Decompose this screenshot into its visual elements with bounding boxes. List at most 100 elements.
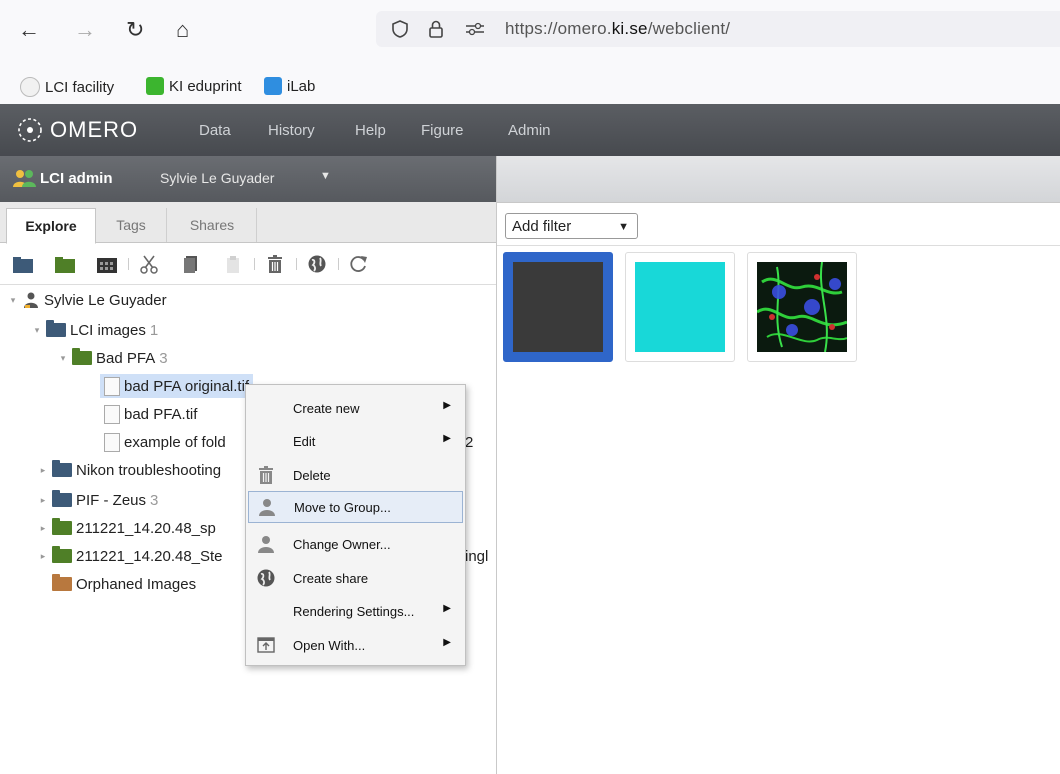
image-thumbnail[interactable] bbox=[625, 252, 735, 362]
url-text: https://omero.ki.se/webclient/ bbox=[505, 19, 731, 38]
left-tabs: Explore Tags Shares bbox=[0, 202, 496, 244]
cut-icon[interactable] bbox=[138, 254, 160, 274]
image-thumbnail[interactable] bbox=[747, 252, 857, 362]
submenu-arrow-icon: ▶ bbox=[443, 400, 451, 411]
new-dataset-icon[interactable] bbox=[54, 254, 76, 274]
nav-data[interactable]: Data bbox=[199, 122, 231, 139]
add-filter-select[interactable]: Add filter ▼ bbox=[505, 213, 638, 239]
user-icon bbox=[24, 292, 38, 308]
tree-node-dataset[interactable]: ▸ 211221_14.20.48_sp bbox=[38, 516, 216, 540]
expand-arrow-icon[interactable]: ▸ bbox=[38, 465, 48, 476]
bookmark-ki-eduprint[interactable]: KI eduprint bbox=[146, 77, 242, 95]
dataset-folder-icon bbox=[72, 348, 92, 365]
image-file-icon bbox=[104, 376, 120, 396]
menu-item-label: Edit bbox=[293, 434, 316, 449]
expand-arrow-icon[interactable]: ▸ bbox=[38, 551, 48, 562]
tree-label: Orphaned Images bbox=[76, 575, 197, 593]
expand-arrow-icon[interactable]: ▸ bbox=[38, 495, 48, 506]
menu-item-open-with[interactable]: Open With... ▶ bbox=[248, 630, 461, 660]
user-icon bbox=[259, 499, 275, 516]
permissions-icon[interactable] bbox=[464, 20, 486, 38]
truncated-label-suffix: 2 bbox=[465, 434, 474, 451]
child-count: 3 bbox=[150, 491, 159, 509]
tree-node-lci-images[interactable]: ▾ LCI images 1 bbox=[32, 318, 158, 342]
trash-icon[interactable] bbox=[264, 254, 286, 274]
menu-item-create-share[interactable]: Create share bbox=[248, 563, 461, 593]
tree-node-orphaned[interactable]: Orphaned Images bbox=[52, 572, 196, 596]
back-arrow-icon[interactable]: ← bbox=[18, 18, 40, 42]
tree-label: PIF - Zeus bbox=[76, 491, 147, 509]
child-count: 3 bbox=[159, 349, 168, 367]
chevron-down-icon: ▼ bbox=[618, 221, 629, 233]
collapse-arrow-icon[interactable]: ▾ bbox=[8, 295, 18, 306]
nav-admin[interactable]: Admin bbox=[508, 122, 551, 139]
omero-logo[interactable]: OMERO bbox=[16, 116, 138, 144]
logo-text: OMERO bbox=[50, 117, 139, 142]
image-file-icon bbox=[104, 404, 120, 424]
thumbnail-image bbox=[513, 262, 603, 352]
bookmark-lci-facility[interactable]: LCI facility bbox=[20, 77, 114, 97]
collapse-arrow-icon[interactable]: ▾ bbox=[32, 325, 42, 336]
globe-share-icon[interactable] bbox=[306, 254, 328, 274]
bookmark-label: iLab bbox=[287, 77, 316, 95]
menu-item-move-to-group[interactable]: Move to Group... bbox=[248, 491, 463, 523]
project-folder-icon bbox=[52, 460, 72, 477]
ilab-icon bbox=[264, 77, 282, 95]
menu-item-rendering-settings[interactable]: Rendering Settings... ▶ bbox=[248, 596, 461, 626]
tree-node-user[interactable]: ▾ Sylvie Le Guyader bbox=[8, 288, 167, 312]
tree-node-image[interactable]: example of fold bbox=[104, 430, 226, 454]
tab-explore[interactable]: Explore bbox=[6, 208, 96, 244]
paste-icon[interactable] bbox=[222, 254, 244, 274]
menu-item-create-new[interactable]: Create new ▶ bbox=[248, 393, 461, 423]
copy-icon[interactable] bbox=[180, 254, 202, 274]
reload-icon[interactable]: ↻ bbox=[126, 18, 144, 42]
new-screen-icon[interactable] bbox=[96, 254, 118, 274]
tree-node-image-selected[interactable]: bad PFA original.tif bbox=[100, 374, 254, 398]
trash-icon bbox=[259, 466, 273, 484]
home-icon[interactable]: ⌂ bbox=[176, 18, 189, 42]
address-bar[interactable]: https://omero.ki.se/webclient/ bbox=[376, 11, 1060, 47]
image-thumbnail-selected[interactable] bbox=[503, 252, 613, 362]
tree-node-nikon[interactable]: ▸ Nikon troubleshooting bbox=[38, 458, 221, 482]
filter-bar: Add filter ▼ bbox=[497, 203, 1060, 246]
chevron-down-icon[interactable]: ▼ bbox=[320, 170, 331, 182]
globe-icon bbox=[257, 569, 275, 587]
open-with-icon bbox=[257, 637, 275, 653]
toolbar-divider bbox=[296, 258, 297, 270]
center-toolbar bbox=[497, 156, 1060, 203]
menu-item-delete[interactable]: Delete bbox=[248, 460, 461, 490]
lci-facility-icon bbox=[20, 77, 40, 97]
tree-node-pif-zeus[interactable]: ▸ PIF - Zeus 3 bbox=[38, 488, 158, 512]
tree-label: LCI images bbox=[70, 321, 146, 339]
project-folder-icon bbox=[46, 320, 66, 337]
tree-label: bad PFA original.tif bbox=[124, 377, 250, 395]
bookmark-ilab[interactable]: iLab bbox=[264, 77, 315, 95]
menu-item-label: Create share bbox=[293, 571, 369, 586]
flag-icon bbox=[146, 77, 164, 95]
menu-item-label: Delete bbox=[293, 468, 331, 483]
forward-arrow-icon[interactable]: → bbox=[74, 18, 96, 42]
collapse-arrow-icon[interactable]: ▾ bbox=[58, 353, 68, 364]
menu-item-edit[interactable]: Edit ▶ bbox=[248, 426, 461, 456]
nav-figure[interactable]: Figure bbox=[421, 122, 464, 139]
nav-help[interactable]: Help bbox=[355, 122, 386, 139]
toolbar-divider bbox=[128, 258, 129, 270]
shield-icon bbox=[392, 20, 408, 38]
menu-item-change-owner[interactable]: Change Owner... bbox=[248, 529, 461, 559]
tree-node-image[interactable]: bad PFA.tif bbox=[104, 402, 197, 426]
new-project-icon[interactable] bbox=[12, 254, 34, 274]
tab-tags[interactable]: Tags bbox=[96, 208, 167, 242]
tree-node-bad-pfa[interactable]: ▾ Bad PFA 3 bbox=[58, 346, 168, 370]
tree-node-dataset[interactable]: ▸ 211221_14.20.48_Ste bbox=[38, 544, 223, 568]
refresh-icon[interactable] bbox=[348, 254, 370, 274]
menu-item-label: Change Owner... bbox=[293, 537, 391, 552]
tab-shares[interactable]: Shares bbox=[168, 208, 257, 242]
tree-label: example of fold bbox=[124, 433, 226, 451]
submenu-arrow-icon: ▶ bbox=[443, 603, 451, 614]
group-user-switcher[interactable]: LCI admin Sylvie Le Guyader ▼ bbox=[0, 156, 496, 202]
menu-item-label: Rendering Settings... bbox=[293, 604, 415, 619]
nav-history[interactable]: History bbox=[268, 122, 315, 139]
context-menu: Create new ▶ Edit ▶ Delete Move to Group… bbox=[245, 384, 466, 666]
group-icon bbox=[13, 170, 36, 187]
expand-arrow-icon[interactable]: ▸ bbox=[38, 523, 48, 534]
